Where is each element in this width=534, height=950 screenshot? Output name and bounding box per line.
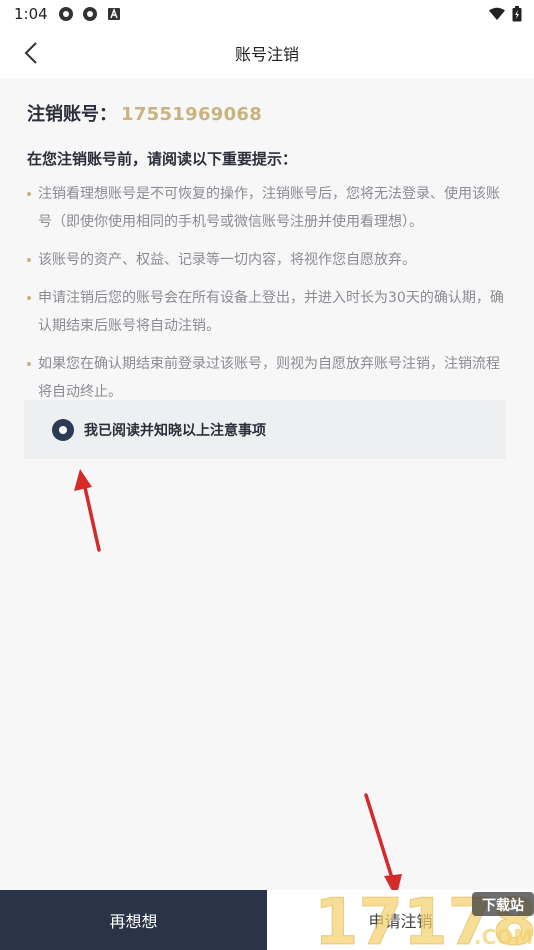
agreement-checkbox-row[interactable]: 我已阅读并知晓以上注意事项 <box>24 400 506 459</box>
page-title: 账号注销 <box>234 45 299 64</box>
back-button[interactable] <box>16 38 46 68</box>
text-app-icon <box>107 8 120 20</box>
app-notification-icon <box>58 7 73 21</box>
annotation-arrow-icon <box>74 469 101 552</box>
status-time: 1:04 <box>14 5 48 23</box>
list-item: 如果您在确认期结束前登录过该账号，则视为自愿放弃账号注销，注销流程将自动终止。 <box>27 350 507 406</box>
annotation-arrow-icon <box>364 793 402 898</box>
status-bar: 1:04 <box>0 0 534 28</box>
bottom-action-bar: 再想想 申请注销 <box>0 890 534 950</box>
account-row: 注销账号： 17551969068 <box>27 100 262 126</box>
battery-icon <box>512 6 522 22</box>
account-phone: 17551969068 <box>121 104 263 125</box>
list-item: 申请注销后您的账号会在所有设备上登出，并进入时长为30天的确认期，确认期结束后账… <box>27 284 507 340</box>
wifi-icon <box>489 7 505 20</box>
notice-list: 注销看理想账号是不可恢复的操作，注销账号后，您将无法登录、使用该账号（即使你使用… <box>27 180 507 416</box>
apply-deregister-button[interactable]: 申请注销 <box>267 890 534 950</box>
app-notification-icon <box>82 7 97 21</box>
list-item: 注销看理想账号是不可恢复的操作，注销账号后，您将无法登录、使用该账号（即使你使用… <box>27 180 507 236</box>
list-item: 该账号的资产、权益、记录等一切内容，将视作您自愿放弃。 <box>27 246 507 274</box>
notice-title: 在您注销账号前，请阅读以下重要提示： <box>27 150 298 168</box>
agreement-label: 我已阅读并知晓以上注意事项 <box>84 422 266 439</box>
account-label: 注销账号： <box>27 104 117 125</box>
chevron-left-icon <box>24 42 37 64</box>
status-right <box>488 6 522 22</box>
cancel-button[interactable]: 再想想 <box>0 890 267 950</box>
nav-header: 账号注销 <box>0 28 534 78</box>
agreement-radio[interactable] <box>52 418 74 441</box>
